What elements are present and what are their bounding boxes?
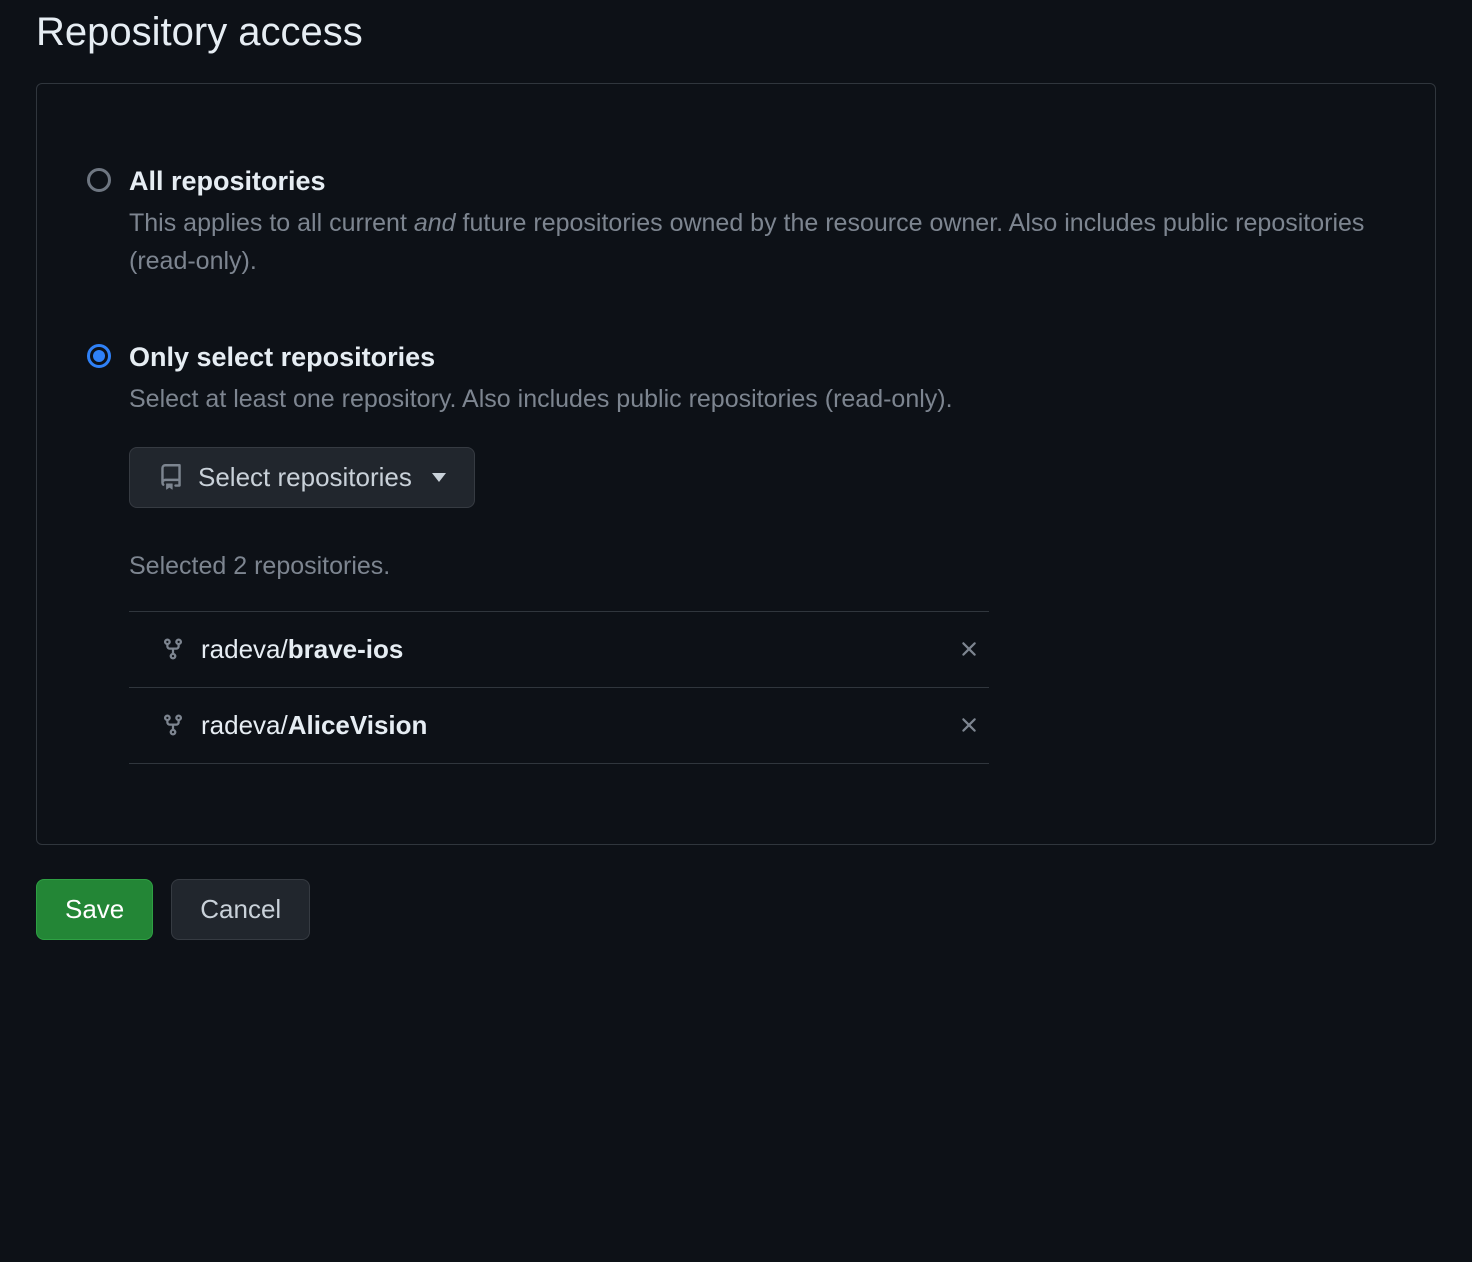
remove-repo-icon[interactable] — [957, 713, 981, 737]
repo-owner: radeva/ — [201, 710, 288, 740]
option-select-repositories[interactable]: Only select repositories Select at least… — [87, 340, 1385, 764]
option-select-label: Only select repositories — [129, 340, 1385, 375]
repo-repo: AliceVision — [288, 710, 428, 740]
option-all-description: This applies to all current and future r… — [129, 205, 1385, 280]
option-all-repositories[interactable]: All repositories This applies to all cur… — [87, 164, 1385, 280]
option-all-desc-before: This applies to all current — [129, 209, 414, 237]
radio-select-repositories[interactable] — [87, 344, 111, 368]
selected-count: Selected 2 repositories. — [129, 552, 1385, 581]
option-all-body: All repositories This applies to all cur… — [129, 164, 1385, 280]
remove-repo-icon[interactable] — [957, 637, 981, 661]
select-repositories-button[interactable]: Select repositories — [129, 447, 475, 508]
selected-repo-list: radeva/brave-ios radeva/AliceVision — [129, 611, 989, 764]
repo-name: radeva/AliceVision — [201, 710, 427, 741]
repo-item-left: radeva/AliceVision — [161, 710, 427, 741]
repo-item: radeva/brave-ios — [129, 611, 989, 687]
option-select-description: Select at least one repository. Also inc… — [129, 381, 1385, 419]
button-row: Save Cancel — [36, 879, 1436, 940]
radio-all-repositories[interactable] — [87, 168, 111, 192]
fork-icon — [161, 637, 185, 661]
option-all-label: All repositories — [129, 164, 1385, 199]
fork-icon — [161, 713, 185, 737]
caret-down-icon — [432, 473, 446, 482]
repository-access-panel: All repositories This applies to all cur… — [36, 83, 1436, 845]
repo-item-left: radeva/brave-ios — [161, 634, 403, 665]
page-title: Repository access — [36, 10, 1436, 55]
repo-owner: radeva/ — [201, 634, 288, 664]
repo-repo: brave-ios — [288, 634, 404, 664]
save-button[interactable]: Save — [36, 879, 153, 940]
repo-icon — [158, 464, 184, 490]
repo-item: radeva/AliceVision — [129, 687, 989, 764]
select-repositories-label: Select repositories — [198, 462, 412, 493]
option-select-body: Only select repositories Select at least… — [129, 340, 1385, 764]
cancel-button[interactable]: Cancel — [171, 879, 310, 940]
repo-name: radeva/brave-ios — [201, 634, 403, 665]
option-all-desc-em: and — [414, 209, 456, 237]
